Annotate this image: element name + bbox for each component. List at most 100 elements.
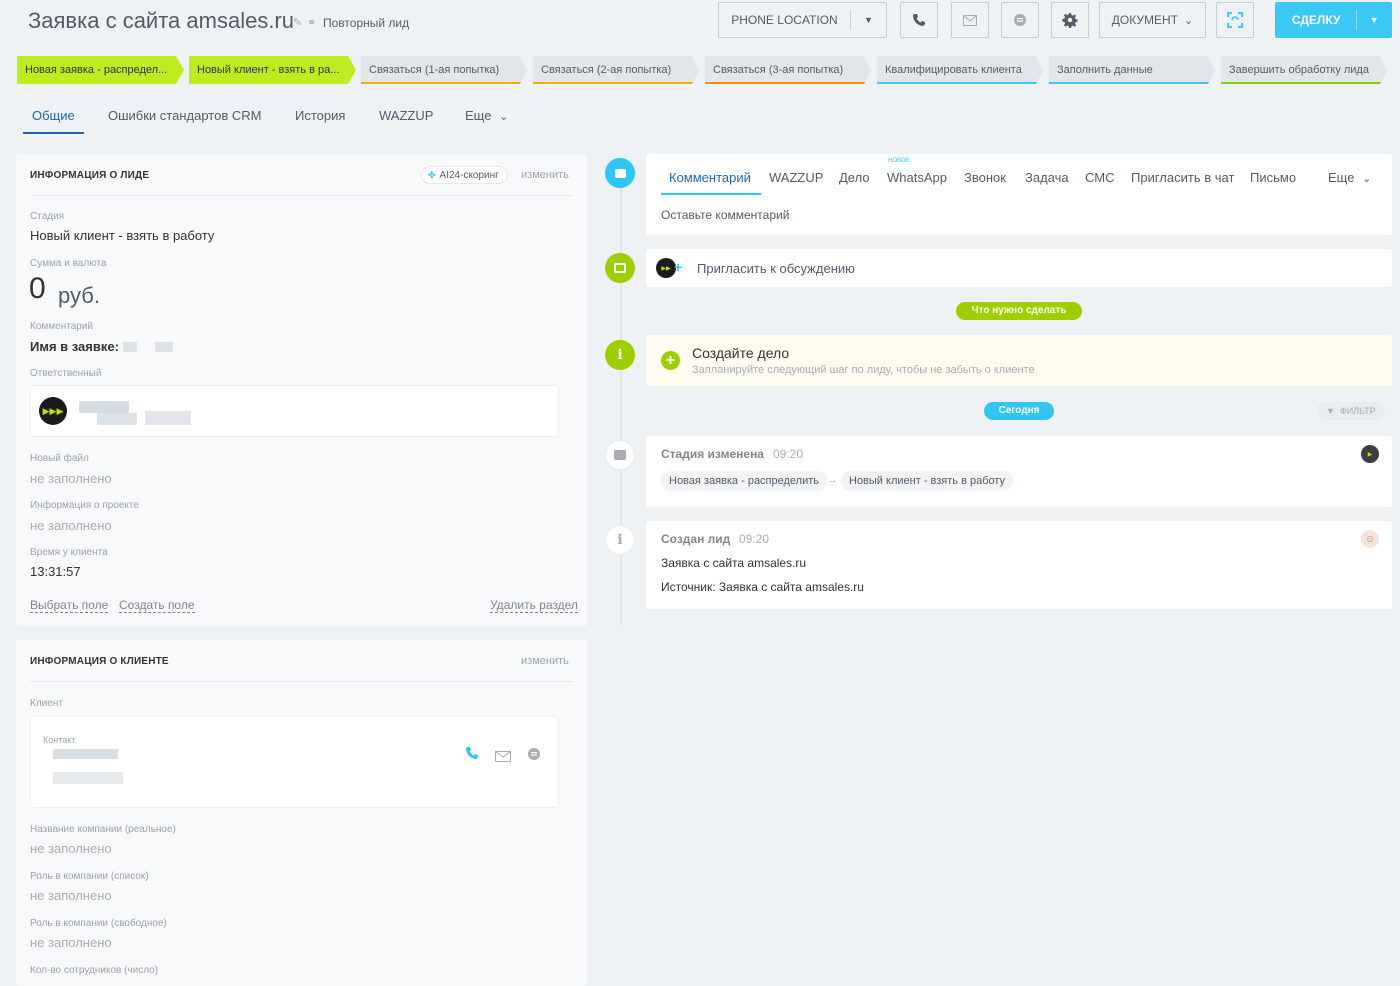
stage-to-chip: Новый клиент - взять в работу (841, 471, 1014, 491)
info-icon: i (617, 532, 623, 548)
stage-changed-title: Стадия изменена (661, 447, 764, 461)
role-free-value: не заполнено (30, 935, 112, 950)
chat-bubble-icon (1014, 14, 1026, 26)
stage-3[interactable]: Связаться (1-ая попытка) (361, 56, 528, 84)
create-field-link[interactable]: Создать поле (119, 598, 195, 613)
new-badge: НОВОЕ (888, 158, 910, 164)
contact-box[interactable] (30, 716, 559, 808)
stage-8[interactable]: Завершить обработку лида (1221, 56, 1388, 84)
deal-button[interactable]: СДЕЛКУ ▼ (1275, 2, 1392, 38)
editor-tab-invite-chat[interactable]: Пригласить в чат (1131, 170, 1234, 185)
ai-scoring-button[interactable]: ✤ AI24-скоринг (421, 166, 508, 184)
chevron-down-icon[interactable]: ▼ (851, 15, 886, 25)
tab-general[interactable]: Общие (32, 108, 75, 123)
stage-2[interactable]: Новый клиент - взять в ра... (189, 56, 356, 84)
chevron-down-icon: ⌄ (1184, 14, 1194, 27)
editor-tab-wazzup[interactable]: WAZZUP (769, 170, 823, 185)
user-avatar-icon[interactable]: ☺ (1361, 530, 1379, 548)
invite-dot (605, 253, 635, 283)
lead-info-title: ИНФОРМАЦИЯ О ЛИДЕ (30, 170, 150, 181)
add-participant-icon[interactable]: + (674, 259, 682, 275)
contact-label: Контакт (43, 735, 76, 745)
filter-icon: ▼ (1326, 406, 1335, 416)
redacted-text (123, 342, 137, 352)
redacted-name (145, 411, 191, 425)
create-task-title[interactable]: Создайте дело (692, 345, 789, 361)
sum-value: 0 (29, 272, 46, 305)
pencil-icon[interactable]: ✎ (293, 16, 302, 29)
lead-created-text: Заявка с сайта amsales.ru (661, 556, 807, 570)
sum-label: Сумма и валюта (30, 258, 107, 269)
editor-tab-underline (661, 193, 761, 195)
timeline-line (620, 175, 622, 625)
repeat-lead-label[interactable]: Повторный лид (323, 16, 409, 30)
role-list-value: не заполнено (30, 888, 112, 903)
role-list-label: Роль в компании (список) (30, 871, 149, 882)
company-label: Название компании (реальное) (30, 824, 176, 835)
link-icon[interactable]: ⚭ (307, 16, 316, 29)
convert-button[interactable] (1216, 2, 1254, 38)
stage-1[interactable]: Новая заявка - распредел... (17, 56, 184, 84)
stage-5[interactable]: Связаться (3-ая попытка) (705, 56, 872, 84)
editor-tab-todo[interactable]: Задача (1025, 170, 1069, 185)
document-label[interactable]: ДОКУМЕНТ (1112, 13, 1178, 27)
todo-pill: Что нужно сделать (956, 302, 1082, 320)
editor-tab-more[interactable]: Еще ⌄ (1328, 170, 1371, 185)
contact-email-icon[interactable] (495, 749, 511, 767)
comment-input[interactable]: Оставьте комментарий (661, 208, 789, 222)
delete-section-link[interactable]: Удалить раздел (490, 598, 578, 613)
editor-tab-more-label[interactable]: Еще (1328, 170, 1354, 185)
editor-tab-email[interactable]: Письмо (1250, 170, 1296, 185)
tag-icon (614, 450, 626, 460)
avatar[interactable]: ▶▶▶ (39, 397, 67, 425)
settings-button[interactable] (1051, 2, 1089, 38)
info-icon: i (617, 347, 623, 363)
tab-history[interactable]: История (295, 108, 345, 123)
add-task-icon[interactable]: + (661, 351, 680, 370)
phone-location-button[interactable]: PHONE LOCATION ▼ (718, 2, 887, 38)
avatar: ▶▶ (656, 258, 676, 278)
editor-tab-sms[interactable]: СМС (1085, 170, 1114, 185)
contact-phone-icon[interactable] (465, 746, 479, 765)
tab-wazzup[interactable]: WAZZUP (379, 108, 433, 123)
tab-crm-errors[interactable]: Ошибки стандартов CRM (108, 108, 261, 123)
stage-4[interactable]: Связаться (2-ая попытка) (533, 56, 700, 84)
client-info-title: ИНФОРМАЦИЯ О КЛИЕНТЕ (30, 656, 169, 667)
deal-label[interactable]: СДЕЛКУ (1276, 10, 1358, 30)
editor-tab-call[interactable]: Звонок (964, 170, 1006, 185)
invite-text[interactable]: Пригласить к обсуждению (697, 261, 855, 276)
divider (30, 195, 573, 196)
stage-7[interactable]: Заполнить данные (1049, 56, 1216, 84)
chat-button[interactable] (1001, 2, 1039, 38)
role-free-label: Роль в компании (свободное) (30, 918, 167, 929)
redacted-contact (53, 772, 123, 784)
client-edit-link[interactable]: изменить (521, 655, 569, 667)
editor-tab-comment[interactable]: Комментарий (669, 170, 751, 185)
lead-edit-link[interactable]: изменить (521, 169, 569, 181)
comment-bubble-icon (614, 168, 626, 178)
project-value: не заполнено (30, 518, 112, 533)
ai-scoring-label[interactable]: AI24-скоринг (440, 170, 499, 181)
divider (30, 681, 573, 682)
tab-more[interactable]: Еще ⌄ (465, 108, 508, 123)
email-button[interactable] (951, 2, 989, 38)
redacted-text (155, 342, 173, 352)
stage-6[interactable]: Квалифицировать клиента (877, 56, 1044, 84)
editor-tab-task[interactable]: Дело (839, 170, 870, 185)
phone-call-button[interactable] (900, 2, 938, 38)
redacted-name (79, 401, 129, 413)
choose-field-link[interactable]: Выбрать поле (30, 598, 109, 613)
avatar[interactable]: ▶ (1361, 445, 1379, 463)
page-title: Заявка с сайта amsales.ru (28, 8, 294, 33)
create-task-hint: Запланируйте следующий шаг по лиду, чтоб… (692, 364, 1035, 376)
filter-label[interactable]: ФИЛЬТР (1340, 406, 1376, 416)
tab-more-label[interactable]: Еще (465, 108, 491, 123)
phone-location-label[interactable]: PHONE LOCATION (719, 10, 851, 30)
filter-button[interactable]: ▼ ФИЛЬТР (1317, 402, 1385, 420)
project-label: Информация о проекте (30, 500, 139, 511)
stage-changed-time: 09:20 (773, 447, 804, 461)
editor-tab-whatsapp[interactable]: WhatsApp (887, 170, 947, 185)
document-button[interactable]: ДОКУМЕНТ ⌄ (1099, 2, 1206, 38)
contact-chat-icon[interactable] (527, 747, 541, 766)
chevron-down-icon[interactable]: ▼ (1357, 15, 1391, 25)
